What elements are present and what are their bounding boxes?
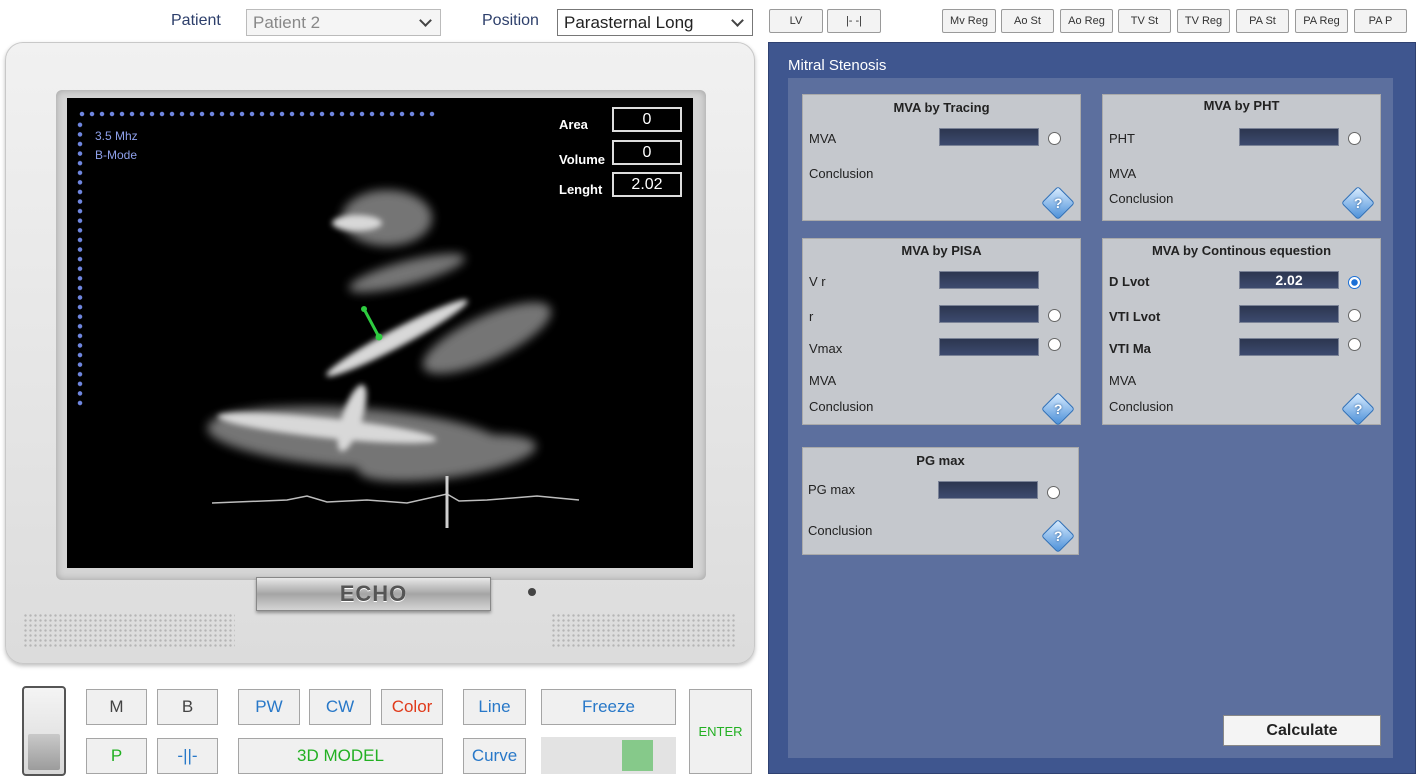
vti-ma-radio[interactable] (1348, 338, 1361, 351)
card-title: PG max (916, 453, 965, 468)
pg-max-radio[interactable] (1047, 486, 1060, 499)
card-title: MVA by Tracing (893, 100, 990, 115)
conclusion-label: Conclusion (1109, 191, 1174, 206)
vti-lvot-radio[interactable] (1348, 309, 1361, 322)
position-label: Position (482, 12, 539, 29)
help-icon[interactable]: ? (1041, 392, 1075, 426)
card-title: MVA by PHT (1203, 98, 1280, 113)
chevron-down-icon (419, 13, 432, 27)
cw-button[interactable]: CW (309, 689, 371, 725)
patient-select-value: Patient 2 (253, 12, 321, 32)
mva-label: MVA (809, 373, 837, 388)
position-select[interactable]: Parasternal Long (557, 9, 753, 36)
conclusion-label: Conclusion (809, 166, 874, 181)
help-glyph: ? (1053, 195, 1063, 211)
card-mva-continuity: MVA by Continous equestion D Lvot 2.02 V… (1102, 238, 1381, 426)
vti-lvot-label: VTI Lvot (1109, 309, 1161, 324)
card-title: MVA by PISA (901, 243, 982, 258)
enter-button[interactable]: ENTER (689, 689, 752, 774)
panel-title: Mitral Stenosis (788, 57, 887, 74)
dlvot-label: D Lvot (1109, 274, 1150, 289)
gain-slider-thumb[interactable] (622, 740, 654, 771)
freeze-button[interactable]: Freeze (541, 689, 676, 725)
vr-field[interactable] (939, 271, 1039, 289)
help-glyph: ? (1353, 401, 1363, 417)
card-pg-max: PG max PG max Conclusion ? (802, 447, 1079, 555)
card-mva-tracing: MVA by Tracing MVA Conclusion ? (802, 94, 1081, 221)
mva-tracing-radio[interactable] (1048, 132, 1061, 145)
patient-label: Patient (171, 12, 221, 29)
gain-slider[interactable] (541, 737, 676, 774)
color-button[interactable]: Color (381, 689, 443, 725)
ultrasound-screen[interactable]: 3.5 Mhz B-Mode Area 0 Volume 0 Lenght 2.… (67, 98, 693, 568)
pht-label: PHT (1109, 131, 1135, 146)
vmax-field[interactable] (939, 338, 1039, 356)
m-mode-button[interactable]: M (86, 689, 147, 725)
vti-ma-label: VTI Ma (1109, 341, 1151, 356)
pa-reg-button[interactable]: PA Reg (1295, 9, 1348, 33)
vmax-radio[interactable] (1048, 338, 1061, 351)
help-icon[interactable]: ? (1341, 186, 1375, 220)
echo-monitor: 3.5 Mhz B-Mode Area 0 Volume 0 Lenght 2.… (5, 42, 755, 664)
mva-tracing-field[interactable] (939, 128, 1039, 146)
pht-radio[interactable] (1348, 132, 1361, 145)
pa-st-button[interactable]: PA St (1236, 9, 1289, 33)
lv-button[interactable]: LV (769, 9, 823, 33)
help-icon[interactable]: ? (1041, 519, 1075, 553)
mva-label: MVA (809, 131, 837, 146)
help-glyph: ? (1353, 195, 1363, 211)
pg-max-field[interactable] (938, 481, 1038, 499)
conclusion-label: Conclusion (809, 399, 874, 414)
power-led (528, 588, 536, 596)
r-field[interactable] (939, 305, 1039, 323)
mva-label: MVA (1109, 373, 1137, 388)
mv-reg-button[interactable]: Mv Reg (942, 9, 996, 33)
speaker-grill-left (23, 613, 235, 649)
chevron-down-icon (731, 13, 744, 27)
vti-ma-field[interactable] (1239, 338, 1339, 356)
mva-label: MVA (1109, 166, 1137, 181)
vr-label: V r (809, 274, 826, 289)
calculate-button[interactable]: Calculate (1223, 715, 1381, 746)
dlvot-field[interactable]: 2.02 (1239, 271, 1339, 289)
probe-switch-knob (28, 734, 60, 770)
help-glyph: ? (1053, 401, 1063, 417)
line-button[interactable]: Line (463, 689, 526, 725)
curve-button[interactable]: Curve (463, 738, 526, 774)
caliper-view-button[interactable]: |- -| (827, 9, 881, 33)
echo-image (207, 190, 580, 528)
position-select-value: Parasternal Long (564, 12, 694, 32)
help-glyph: ? (1053, 528, 1063, 544)
pht-field[interactable] (1239, 128, 1339, 146)
card-mva-pisa: MVA by PISA V r r Vmax MVA Conclusion ? (802, 238, 1081, 426)
vmax-label: Vmax (809, 341, 843, 356)
pw-button[interactable]: PW (238, 689, 300, 725)
card-title: MVA by Continous equestion (1151, 243, 1332, 258)
dlvot-radio[interactable] (1348, 276, 1361, 289)
r-label: r (809, 309, 814, 324)
help-icon[interactable]: ? (1341, 392, 1375, 426)
card-mva-pht: MVA by PHT PHT MVA Conclusion ? (1102, 94, 1381, 221)
help-icon[interactable]: ? (1041, 186, 1075, 220)
r-radio[interactable] (1048, 309, 1061, 322)
tv-st-button[interactable]: TV St (1118, 9, 1171, 33)
conclusion-label: Conclusion (1109, 399, 1174, 414)
vti-lvot-field[interactable] (1239, 305, 1339, 323)
pg-max-label: PG max (808, 482, 855, 497)
p-button[interactable]: P (86, 738, 147, 774)
conclusion-label: Conclusion (808, 523, 873, 538)
b-mode-button[interactable]: B (157, 689, 218, 725)
echo-logo: ECHO (256, 577, 491, 611)
ao-reg-button[interactable]: Ao Reg (1060, 9, 1113, 33)
tv-reg-button[interactable]: TV Reg (1177, 9, 1230, 33)
patient-select[interactable]: Patient 2 (246, 9, 441, 36)
pa-p-button[interactable]: PA P (1354, 9, 1407, 33)
probe-switch[interactable] (22, 686, 66, 776)
speaker-grill-right (551, 613, 736, 649)
3d-model-button[interactable]: 3D MODEL (238, 738, 443, 774)
caliper-button[interactable]: -||- (157, 738, 218, 774)
ao-st-button[interactable]: Ao St (1001, 9, 1054, 33)
